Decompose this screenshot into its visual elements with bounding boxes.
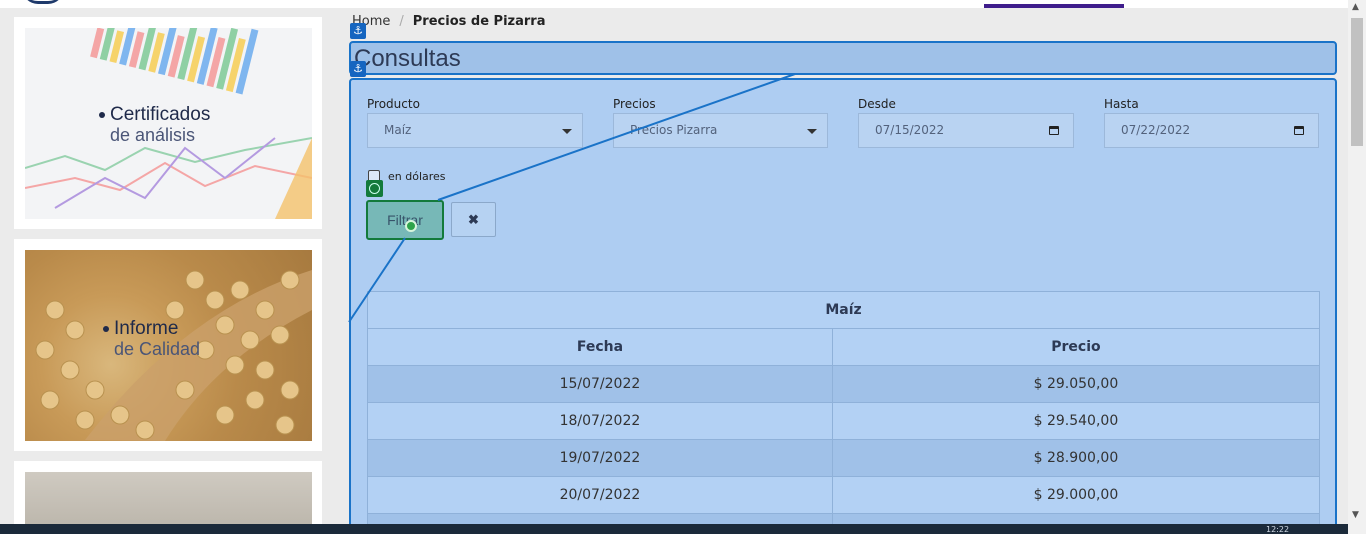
- desde-date-input[interactable]: 07/15/2022: [858, 113, 1074, 148]
- anchor-icon: ⚓: [350, 23, 366, 39]
- breadcrumb: Home / Precios de Pizarra: [352, 14, 545, 29]
- table-cell-fecha: 15/07/2022: [367, 365, 833, 403]
- cursor-target-icon: [405, 220, 417, 232]
- bullet-icon: [99, 111, 105, 118]
- page-title: Consultas: [354, 45, 461, 72]
- dolares-label: en dólares: [388, 170, 446, 183]
- table-cell-fecha: 20/07/2022: [367, 476, 833, 514]
- hasta-date-value: 07/22/2022: [1121, 123, 1191, 137]
- vertical-scrollbar[interactable]: ▲ ▼: [1348, 0, 1366, 534]
- soybeans-image: Informe de Calidad: [25, 250, 312, 441]
- scroll-up-icon[interactable]: ▲: [1352, 2, 1359, 12]
- chart-thumbnail-image: Certificados de análisis: [25, 28, 312, 219]
- desde-date-value: 07/15/2022: [875, 123, 945, 137]
- precios-select[interactable]: Precios Pizarra: [613, 113, 828, 148]
- precios-label: Precios: [613, 97, 656, 111]
- query-form-panel: Producto Maíz Precios Precios Pizarra De…: [349, 78, 1337, 534]
- breadcrumb-separator: /: [399, 14, 404, 29]
- site-logo[interactable]: [22, 0, 64, 4]
- column-header-precio: Precio: [831, 328, 1321, 366]
- producto-select[interactable]: Maíz: [367, 113, 583, 148]
- table-row: 20/07/2022 $ 29.000,00: [367, 476, 1321, 514]
- table-cell-fecha: 19/07/2022: [367, 439, 833, 477]
- hasta-date-input[interactable]: 07/22/2022: [1104, 113, 1319, 148]
- active-nav-indicator: [984, 4, 1124, 8]
- calendar-icon[interactable]: [1049, 126, 1059, 135]
- sidebar-card-certificados[interactable]: Certificados de análisis: [14, 17, 322, 229]
- anchor-icon: ⚓: [350, 61, 366, 77]
- filter-button[interactable]: Filtrar: [366, 200, 444, 240]
- table-cell-precio: $ 29.000,00: [831, 476, 1321, 514]
- table-caption: Maíz: [367, 291, 1320, 329]
- table-row: 15/07/2022 $ 29.050,00: [367, 365, 1321, 403]
- page-title-container: Consultas: [349, 41, 1337, 75]
- breadcrumb-current: Precios de Pizarra: [412, 14, 546, 29]
- sidebar-card-informe[interactable]: Informe de Calidad: [14, 239, 322, 451]
- card-title-line1: Certificados: [110, 104, 211, 125]
- producto-label: Producto: [367, 97, 420, 111]
- card-title-informe: Informe de Calidad: [103, 318, 200, 360]
- scroll-down-icon[interactable]: ▼: [1352, 510, 1359, 520]
- card-title-line2: de Calidad: [114, 339, 201, 359]
- precios-select-value: Precios Pizarra: [630, 123, 718, 137]
- table-row: 18/07/2022 $ 29.540,00: [367, 402, 1321, 440]
- table-cell-precio: $ 29.540,00: [831, 402, 1321, 440]
- chevron-down-icon: [562, 129, 572, 134]
- hasta-label: Hasta: [1104, 97, 1139, 111]
- scrollbar-thumb[interactable]: [1351, 18, 1363, 146]
- column-header-fecha: Fecha: [367, 328, 833, 366]
- card-title-certificados: Certificados de análisis: [99, 104, 210, 146]
- chevron-down-icon: [807, 129, 817, 134]
- table-cell-precio: $ 29.050,00: [831, 365, 1321, 403]
- clear-button[interactable]: ✖: [451, 202, 496, 237]
- prices-table: Maíz Fecha Precio 15/07/2022 $ 29.050,00…: [367, 291, 1321, 534]
- table-cell-precio: $ 28.900,00: [831, 439, 1321, 477]
- bullet-icon: [103, 325, 109, 332]
- desde-label: Desde: [858, 97, 896, 111]
- card-title-line2: de análisis: [110, 125, 196, 145]
- target-icon: [366, 180, 383, 197]
- producto-select-value: Maíz: [384, 123, 412, 137]
- os-taskbar: 12:22: [0, 524, 1348, 534]
- taskbar-clock: 12:22: [1266, 525, 1290, 534]
- calendar-icon[interactable]: [1294, 126, 1304, 135]
- card-title-line1: Informe: [114, 318, 179, 339]
- table-cell-fecha: 18/07/2022: [367, 402, 833, 440]
- top-nav-bar: [0, 0, 1348, 8]
- table-row: 19/07/2022 $ 28.900,00: [367, 439, 1321, 477]
